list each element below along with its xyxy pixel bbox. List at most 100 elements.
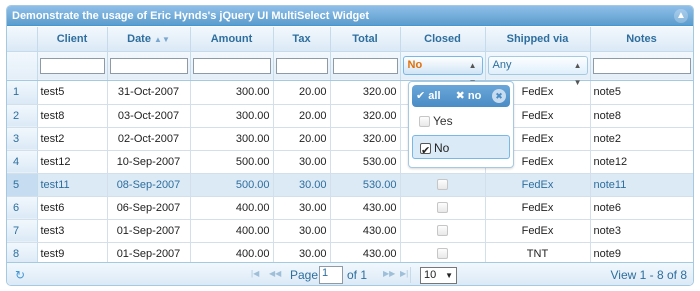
cell-notes: note2	[590, 127, 693, 151]
cell-notes: note8	[590, 104, 693, 128]
cell-notes: note12	[590, 150, 693, 174]
cell-rn: 6	[7, 196, 38, 220]
first-page-icon[interactable]: |◀	[251, 269, 259, 278]
filter-closed-multiselect[interactable]: No▲▼	[402, 56, 483, 87]
last-page-icon[interactable]: ▶|	[400, 269, 408, 278]
cell-total: 320.00	[330, 81, 401, 105]
cell-total: 320.00	[330, 104, 401, 128]
cell-tax: 20.00	[273, 81, 331, 105]
view-records-text: View 1 - 8 of 8	[610, 268, 688, 282]
close-menu-icon[interactable]: ✖	[492, 89, 506, 103]
cell-date: 03-Oct-2007	[107, 104, 191, 128]
table-row[interactable]: 7 test3 01-Sep-2007 400.00 30.00 430.00 FedEx n…	[7, 219, 693, 243]
pager-separator	[410, 267, 411, 283]
cell-client: test2	[37, 127, 108, 151]
cell-shipped: FedEx	[485, 173, 591, 197]
grid-header: Client Date ▲▼ Amount Tax Total Closed S…	[7, 27, 693, 87]
closed-checkbox	[437, 179, 448, 191]
closed-multiselect-menu: ✔ all ✖ no ✖ Yes No	[408, 81, 514, 168]
grid-pager: ↻ |◀ ◀◀ Page 1 of 1 ▶▶ ▶| 10 ▼ View 1 - 8…	[7, 262, 693, 285]
header-shipped-via[interactable]: Shipped via	[485, 27, 591, 52]
cell-total: 430.00	[330, 219, 401, 243]
cell-date: 08-Sep-2007	[107, 173, 191, 197]
cell-client: test12	[37, 150, 108, 174]
cell-rn: 5	[7, 173, 38, 197]
cell-client: test5	[37, 81, 108, 105]
table-row[interactable]: 3 test2 02-Oct-2007 300.00 20.00 320.00 FedEx n…	[7, 127, 693, 151]
cell-total: 320.00	[330, 127, 401, 151]
cell-total: 430.00	[330, 196, 401, 220]
table-row[interactable]: 2 test8 03-Oct-2007 300.00 20.00 320.00 FedEx n…	[7, 104, 693, 128]
uncheck-all-label: no	[467, 90, 482, 102]
cell-tax: 20.00	[273, 104, 331, 128]
header-date[interactable]: Date ▲▼	[107, 27, 191, 52]
cell-shipped: FedEx	[485, 196, 591, 220]
cell-notes: note3	[590, 219, 693, 243]
table-row[interactable]: 6 test6 06-Sep-2007 400.00 30.00 430.00 FedEx n…	[7, 196, 693, 220]
rows-per-page-value: 10	[424, 269, 437, 281]
cell-amount: 300.00	[190, 127, 274, 151]
uncheck-all-link[interactable]: ✖ no	[456, 90, 488, 102]
cell-shipped: FedEx	[485, 219, 591, 243]
table-row[interactable]: 5 test11 08-Sep-2007 500.00 30.00 530.00 FedEx…	[7, 173, 693, 197]
filter-closed-value: No	[407, 59, 423, 71]
cell-tax: 30.00	[273, 196, 331, 220]
cell-amount: 400.00	[190, 196, 274, 220]
check-all-label: all	[428, 90, 441, 102]
refresh-icon[interactable]: ↻	[15, 268, 25, 282]
multiselect-option-no[interactable]: No	[412, 135, 510, 163]
prev-page-icon[interactable]: ◀◀	[269, 269, 281, 278]
page-input[interactable]: 1	[319, 266, 343, 284]
grid-body: 1 test5 31-Oct-2007 300.00 20.00 320.00 FedEx n…	[7, 81, 693, 266]
header-amount[interactable]: Amount	[190, 27, 274, 52]
cell-amount: 400.00	[190, 219, 274, 243]
multiselect-option-yes[interactable]: Yes	[412, 109, 510, 133]
cell-client: test6	[37, 196, 108, 220]
filter-client-input[interactable]	[39, 57, 105, 74]
cell-client: test11	[37, 173, 108, 197]
cell-tax: 30.00	[273, 173, 331, 197]
grid-title: Demonstrate the usage of Eric Hynds's jQ…	[12, 10, 370, 22]
cell-notes: note5	[590, 81, 693, 105]
filter-shipped-multiselect[interactable]: Any ▲ ▼	[487, 56, 588, 87]
cell-date: 31-Oct-2007	[107, 81, 191, 105]
checkbox-unchecked[interactable]	[419, 116, 430, 127]
sort-arrows-icon[interactable]: ▲▼	[154, 35, 170, 44]
table-row[interactable]: 1 test5 31-Oct-2007 300.00 20.00 320.00 FedEx n…	[7, 81, 693, 105]
page-label: Page	[290, 268, 319, 282]
cell-rn: 7	[7, 219, 38, 243]
cell-notes: note6	[590, 196, 693, 220]
header-notes[interactable]: Notes	[590, 27, 693, 52]
filter-date-input[interactable]	[109, 57, 188, 74]
header-tax[interactable]: Tax	[273, 27, 331, 52]
cell-rn: 4	[7, 150, 38, 174]
closed-checkbox	[437, 225, 448, 237]
cell-amount: 300.00	[190, 81, 274, 105]
header-total[interactable]: Total	[330, 27, 401, 52]
cell-amount: 300.00	[190, 104, 274, 128]
checkbox-checked[interactable]	[420, 139, 431, 163]
dropdown-arrow-icon: ▼	[445, 271, 453, 280]
option-yes-label: Yes	[433, 114, 453, 128]
cell-amount: 500.00	[190, 150, 274, 174]
filter-notes-input[interactable]	[592, 57, 691, 74]
cell-total: 530.00	[330, 173, 401, 197]
header-closed[interactable]: Closed	[400, 27, 486, 52]
cell-tax: 30.00	[273, 219, 331, 243]
filter-total-input[interactable]	[332, 57, 398, 74]
cell-closed	[400, 219, 486, 243]
collapse-grid-icon[interactable]: ▲	[674, 9, 688, 23]
closed-checkbox	[437, 202, 448, 214]
check-all-link[interactable]: ✔ all	[416, 90, 447, 102]
cell-client: test3	[37, 219, 108, 243]
table-row[interactable]: 4 test12 10-Sep-2007 500.00 30.00 530.00 FedEx…	[7, 150, 693, 174]
cell-closed	[400, 173, 486, 197]
header-rownum	[7, 27, 38, 52]
rows-per-page-select[interactable]: 10 ▼	[420, 267, 457, 284]
filter-tax-input[interactable]	[275, 57, 328, 74]
header-client[interactable]: Client	[37, 27, 108, 52]
cell-rn: 3	[7, 127, 38, 151]
cell-client: test8	[37, 104, 108, 128]
next-page-icon[interactable]: ▶▶	[383, 269, 395, 278]
filter-amount-input[interactable]	[192, 57, 271, 74]
